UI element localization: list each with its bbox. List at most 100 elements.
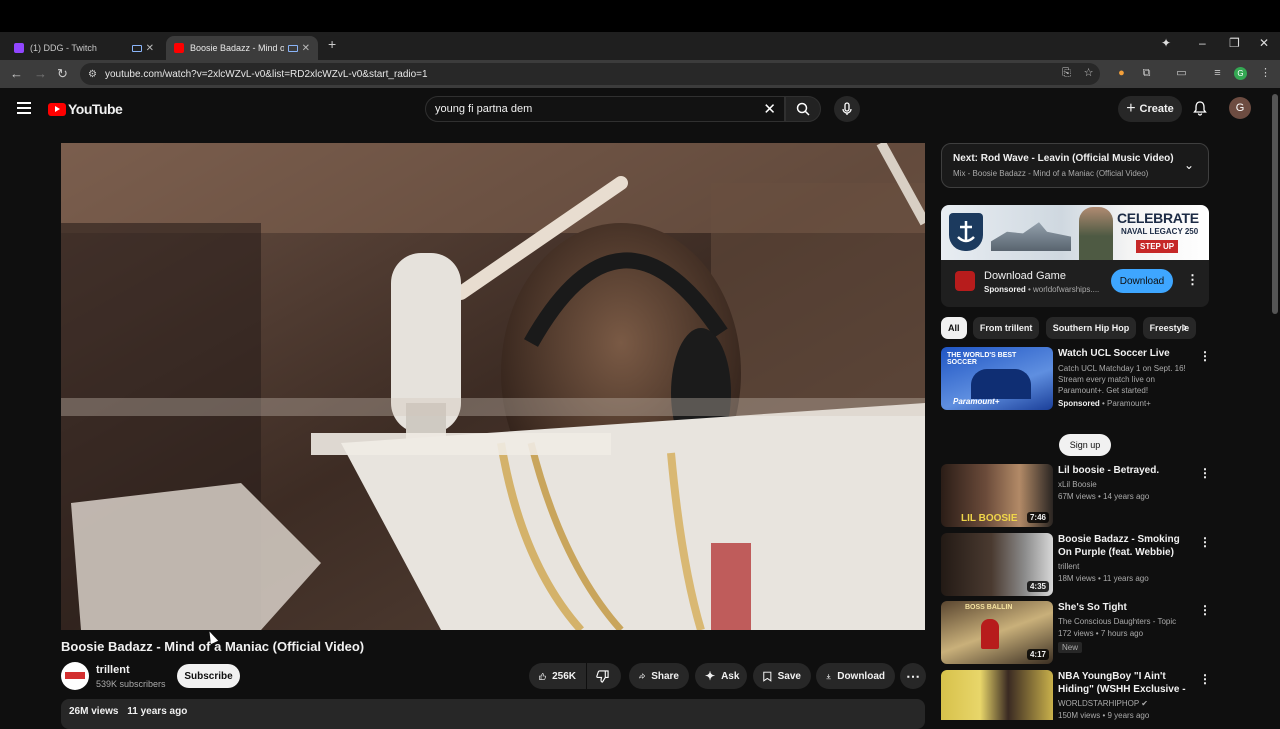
rec-title[interactable]: Watch UCL Soccer Live <box>1058 347 1193 360</box>
download-icon <box>826 673 831 679</box>
tab-title: (1) DDG - Twitch <box>30 43 97 53</box>
close-tab-icon[interactable]: ✕ <box>302 43 310 54</box>
rec-thumbnail[interactable] <box>941 670 1053 720</box>
rec-channel[interactable]: WORLDSTARHIPHOP ✔ <box>1058 699 1193 708</box>
rec-channel[interactable]: xLil Boosie <box>1058 480 1193 489</box>
video-player[interactable] <box>61 143 925 630</box>
install-app-icon[interactable]: ⎘ <box>1060 67 1073 80</box>
rec-title[interactable]: She's So Tight <box>1058 601 1193 614</box>
masthead: YouTube young fi partna dem ✕ + Create G <box>0 88 1270 130</box>
rec-item[interactable]: 4:35 Boosie Badazz - Smoking On Purple (… <box>941 533 1211 596</box>
promoted-item[interactable]: THE WORLD'S BEST SOCCER Paramount+ Watch… <box>941 347 1211 459</box>
filter-chips: All From trillent Southern Hip Hop Frees… <box>941 317 1209 339</box>
rec-item[interactable]: NBA YoungBoy "I Ain't Hiding" (WSHH Excl… <box>941 670 1209 720</box>
warship-image <box>991 222 1071 251</box>
extensions-puzzle-icon[interactable]: ⧉ <box>1140 67 1153 80</box>
more-options-icon[interactable]: ⋮ <box>1199 672 1209 686</box>
site-info-icon[interactable]: ⚙ <box>88 69 97 80</box>
forward-icon[interactable]: → <box>34 66 47 81</box>
more-options-icon[interactable]: ⋮ <box>1199 603 1211 617</box>
media-controls-icon[interactable]: ≡ <box>1211 67 1224 80</box>
tab-youtube[interactable]: Boosie Badazz - Mind of a Maniac (Offici… <box>166 36 318 60</box>
ad-meta: Sponsored • worldofwarships.... <box>984 285 1100 294</box>
rec-title[interactable]: Lil boosie - Betrayed. <box>1058 464 1193 477</box>
promoted-thumbnail[interactable]: THE WORLD'S BEST SOCCER Paramount+ <box>941 347 1053 410</box>
channel-name[interactable]: trillent <box>96 664 130 676</box>
up-next-panel[interactable]: Next: Rod Wave - Leavin (Official Music … <box>941 143 1209 188</box>
rec-channel[interactable]: trillent <box>1058 562 1193 571</box>
anchor-shield-icon <box>949 213 983 251</box>
bookmark-star-icon[interactable]: ☆ <box>1082 67 1095 80</box>
ad-card[interactable]: CELEBRATE NAVAL LEGACY 250 STEP UP Downl… <box>941 205 1209 307</box>
clear-search-icon[interactable]: ✕ <box>763 100 776 118</box>
thumbs-down-icon <box>596 669 609 683</box>
ad-banner-image[interactable]: CELEBRATE NAVAL LEGACY 250 STEP UP <box>941 205 1209 260</box>
description-box[interactable]: 26M views 11 years ago <box>61 699 925 729</box>
download-button[interactable]: Download <box>816 663 895 689</box>
search-input[interactable]: young fi partna dem ✕ <box>425 96 785 122</box>
media-icon[interactable] <box>287 44 298 52</box>
youtube-play-icon <box>48 102 66 116</box>
rec-thumbnail[interactable]: 4:35 <box>941 533 1053 596</box>
notifications-bell-icon[interactable] <box>1192 100 1208 116</box>
rec-title[interactable]: Boosie Badazz - Smoking On Purple (feat.… <box>1058 533 1193 559</box>
more-options-icon[interactable]: ⋮ <box>1199 535 1211 549</box>
chip-southern-hip-hop[interactable]: Southern Hip Hop <box>1045 317 1137 339</box>
chevron-down-icon[interactable]: ⌄ <box>1184 158 1194 172</box>
extension-icon[interactable]: ● <box>1115 67 1128 80</box>
ad-more-icon[interactable]: ⋮ <box>1186 272 1199 288</box>
minimize-icon[interactable]: – <box>1199 36 1206 50</box>
dislike-button[interactable] <box>587 663 621 689</box>
rec-thumbnail[interactable]: BOSS BALLIN 4:17 <box>941 601 1053 664</box>
cast-icon[interactable]: ▭ <box>1175 67 1188 80</box>
save-button[interactable]: Save <box>753 663 811 689</box>
channel-avatar[interactable] <box>61 662 89 690</box>
sparkle-icon: ✦ <box>705 669 716 683</box>
sign-up-button[interactable]: Sign up <box>1059 434 1111 456</box>
hamburger-menu-icon[interactable] <box>17 102 31 114</box>
tab-twitch[interactable]: (1) DDG - Twitch ✕ <box>6 36 162 60</box>
more-options-icon[interactable]: ⋮ <box>1199 466 1211 480</box>
chip-freestyle[interactable]: Freestyle <box>1142 317 1197 339</box>
more-actions-icon[interactable]: ⋯ <box>900 663 926 689</box>
ask-button[interactable]: ✦ Ask <box>695 663 747 689</box>
create-button[interactable]: + Create <box>1118 96 1182 122</box>
rec-channel[interactable]: The Conscious Daughters - Topic <box>1058 617 1193 626</box>
ad-download-button[interactable]: Download <box>1111 269 1173 293</box>
close-tab-icon[interactable]: ✕ <box>146 43 154 54</box>
media-icon[interactable] <box>131 44 142 52</box>
rec-thumbnail[interactable]: LIL BOOSIE 7:46 <box>941 464 1053 527</box>
reload-icon[interactable]: ↻ <box>57 66 68 82</box>
search-button[interactable] <box>785 96 821 122</box>
profile-icon[interactable]: G <box>1234 67 1247 80</box>
chip-all[interactable]: All <box>941 317 967 339</box>
tab-title: Boosie Badazz - Mind of a Maniac (Offici… <box>190 43 284 53</box>
subscribe-button[interactable]: Subscribe <box>177 664 240 688</box>
like-button[interactable]: 256K <box>529 663 586 689</box>
view-count: 26M views <box>69 706 119 717</box>
rec-item[interactable]: LIL BOOSIE 7:46 Lil boosie - Betrayed. x… <box>941 464 1211 527</box>
menu-kebab-icon[interactable]: ⋮ <box>1259 67 1272 80</box>
restore-icon[interactable]: ❐ <box>1229 36 1240 50</box>
youtube-logo[interactable]: YouTube <box>48 101 123 117</box>
top-bar <box>0 0 1280 32</box>
new-tab-icon[interactable]: + <box>328 36 336 52</box>
twitch-icon <box>14 43 24 53</box>
duration-badge: 4:17 <box>1026 649 1049 660</box>
page-scrollbar[interactable] <box>1272 94 1278 314</box>
share-button[interactable]: Share <box>629 663 689 689</box>
chevron-right-icon[interactable]: › <box>1183 320 1187 334</box>
gemini-icon[interactable]: ✦ <box>1161 36 1171 50</box>
account-avatar[interactable]: G <box>1229 97 1251 119</box>
upload-age: 11 years ago <box>127 706 188 717</box>
chip-from-trillent[interactable]: From trillent <box>972 317 1040 339</box>
back-icon[interactable]: ← <box>10 66 23 81</box>
rec-item[interactable]: BOSS BALLIN 4:17 She's So Tight The Cons… <box>941 601 1211 664</box>
url-field[interactable]: ⚙ youtube.com/watch?v=2xlcWZvL-v0&list=R… <box>80 63 1100 85</box>
plus-icon: + <box>1126 100 1136 117</box>
close-window-icon[interactable]: ✕ <box>1259 36 1269 50</box>
rec-title[interactable]: NBA YoungBoy "I Ain't Hiding" (WSHH Excl… <box>1058 670 1193 696</box>
more-options-icon[interactable]: ⋮ <box>1199 349 1211 363</box>
ad-title: Download Game <box>984 270 1066 282</box>
voice-search-button[interactable] <box>834 96 860 122</box>
